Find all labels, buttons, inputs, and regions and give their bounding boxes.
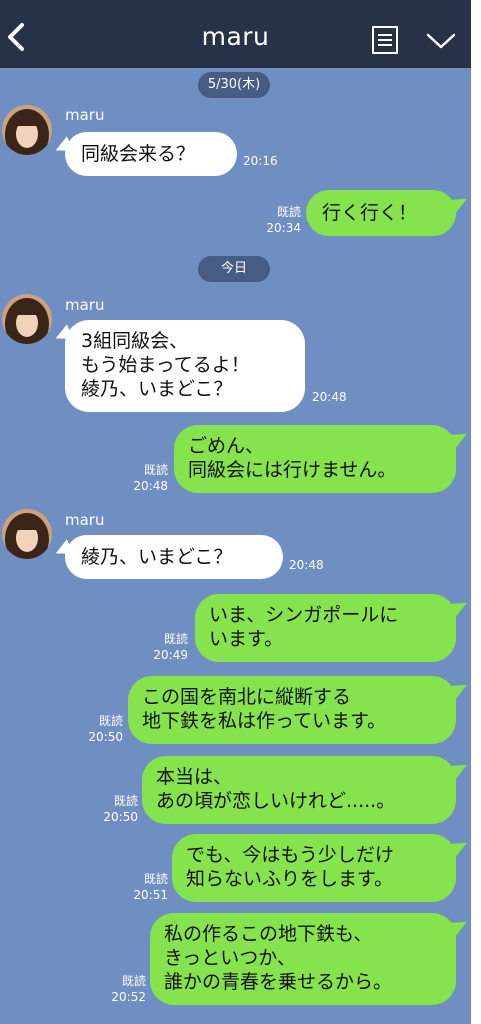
- message-time: 20:48: [133, 479, 168, 493]
- message-bubble[interactable]: 3組同級会、 もう始まってるよ！ 綾乃、いまどこ？: [65, 320, 305, 412]
- avatar[interactable]: [2, 105, 52, 155]
- message-bubble[interactable]: 行く行く！: [306, 190, 456, 236]
- read-receipt: 既読: [121, 974, 146, 988]
- notes-icon[interactable]: [371, 25, 399, 55]
- message-bubble[interactable]: ごめん、 同級会には行けません。: [174, 425, 456, 493]
- date-separator: 5/30(木): [198, 72, 270, 98]
- read-receipt: 既読: [113, 794, 138, 808]
- message-time: 20:16: [243, 154, 278, 168]
- message-time: 20:48: [312, 390, 347, 404]
- read-receipt: 既読: [276, 205, 301, 219]
- message-time: 20:48: [289, 558, 324, 572]
- read-receipt: 既読: [143, 463, 168, 477]
- message-time: 20:50: [88, 730, 123, 744]
- date-separator-today: 今日: [198, 256, 270, 282]
- message-time: 20:52: [111, 990, 146, 1004]
- header-bar: maru: [0, 0, 471, 68]
- read-receipt: 既読: [143, 872, 168, 886]
- chat-screen: maru 5/30(木) 今日 maru 同級会来る？ 20:16 既読 20:…: [0, 0, 471, 1024]
- chat-title: maru: [201, 22, 270, 51]
- message-bubble[interactable]: でも、今はもう少しだけ 知らないふりをします。: [172, 834, 456, 902]
- chevron-down-icon[interactable]: [425, 31, 457, 51]
- message-time: 20:50: [103, 810, 138, 824]
- sender-name: maru: [65, 296, 105, 314]
- message-bubble[interactable]: この国を南北に縦断する 地下鉄を私は作っています。: [128, 676, 456, 744]
- message-time: 20:51: [133, 888, 168, 902]
- read-receipt: 既読: [98, 714, 123, 728]
- message-bubble[interactable]: いま、シンガポールに います。: [195, 594, 456, 662]
- sender-name: maru: [65, 106, 105, 124]
- message-bubble[interactable]: 私の作るこの地下鉄も、 きっといつか、 誰かの青春を乗せるから。: [150, 913, 456, 1005]
- message-bubble[interactable]: 綾乃、いまどこ？: [65, 535, 283, 579]
- message-bubble[interactable]: 本当は、 あの頃が恋しいけれど.....。: [142, 756, 456, 824]
- message-time: 20:49: [153, 648, 188, 662]
- message-bubble[interactable]: 同級会来る？: [65, 132, 237, 176]
- screen-edge: [471, 0, 481, 1024]
- avatar[interactable]: [2, 509, 52, 559]
- sender-name: maru: [65, 511, 105, 529]
- message-time: 20:34: [266, 221, 301, 235]
- avatar[interactable]: [2, 294, 52, 344]
- read-receipt: 既読: [163, 632, 188, 646]
